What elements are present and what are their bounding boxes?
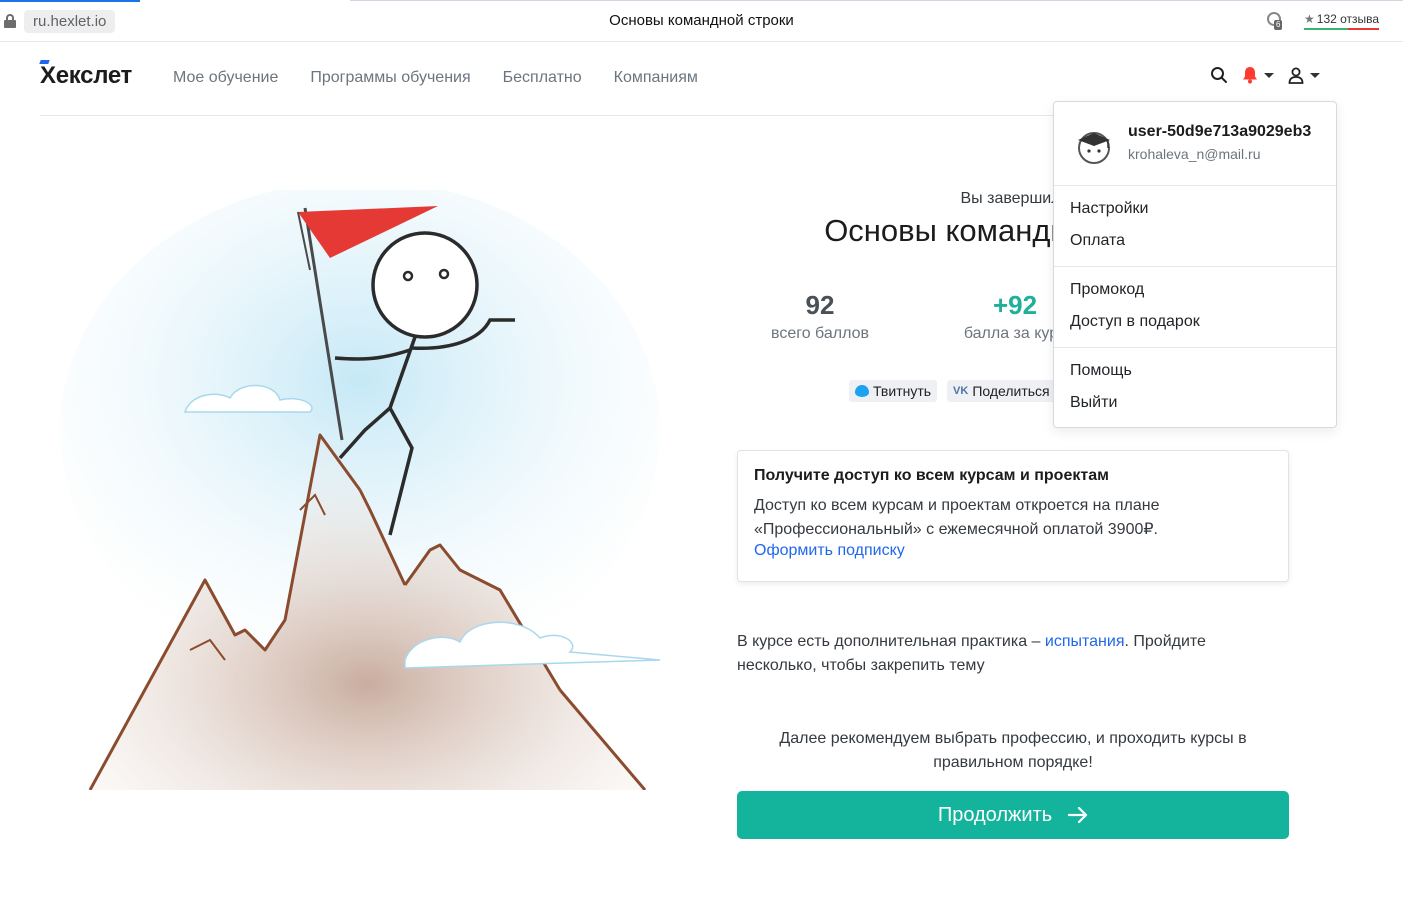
- reviews-link[interactable]: ★ 132 отзыва: [1304, 12, 1380, 30]
- menu-item-promocode[interactable]: Промокод: [1054, 274, 1336, 306]
- menu-item-settings[interactable]: Настройки: [1054, 193, 1336, 225]
- practice-text-before: В курсе есть дополнительная практика –: [737, 633, 1045, 650]
- challenges-link[interactable]: испытания: [1045, 633, 1125, 650]
- continue-button[interactable]: Продолжить: [737, 791, 1289, 839]
- nav-programs[interactable]: Программы обучения: [310, 69, 470, 87]
- twitter-icon: [855, 385, 869, 397]
- promo-text: Доступ ко всем курсам и проектам откроет…: [754, 497, 1160, 538]
- nav-free[interactable]: Бесплатно: [503, 69, 582, 87]
- dropdown-group-account: Настройки Оплата: [1054, 193, 1336, 267]
- total-points-stat: 92 всего баллов: [765, 290, 875, 343]
- toolbar-divider: [350, 0, 1403, 1]
- logo[interactable]: Хекслет: [40, 62, 132, 90]
- lock-icon: [4, 14, 16, 28]
- user-dropdown-menu: user-50d9e713a9029eb3 krohaleva_n@mail.r…: [1053, 101, 1337, 428]
- extension-icon[interactable]: 6: [1264, 10, 1286, 32]
- chevron-down-icon: [1310, 72, 1320, 78]
- main-nav: Мое обучение Программы обучения Бесплатн…: [173, 69, 698, 87]
- logo-text: Хекслет: [40, 62, 133, 89]
- share-buttons: Твитнуть VK Поделиться VK: [849, 380, 1079, 402]
- dropdown-group-promo: Промокод Доступ в подарок: [1054, 274, 1336, 348]
- browser-toolbar: ru.hexlet.io Основы командной строки 6 ★…: [0, 0, 1403, 42]
- menu-item-gift-access[interactable]: Доступ в подарок: [1054, 306, 1336, 338]
- avatar: [1078, 132, 1110, 164]
- subscription-promo-card: Получите доступ ко всем курсам и проекта…: [737, 450, 1289, 582]
- dropdown-user-info: user-50d9e713a9029eb3 krohaleva_n@mail.r…: [1054, 102, 1336, 186]
- tab-title: Основы командной строки: [609, 12, 794, 29]
- reviews-label: 132 отзыва: [1316, 12, 1380, 26]
- bell-icon: [1243, 67, 1257, 84]
- url-text[interactable]: ru.hexlet.io: [24, 9, 116, 33]
- subscribe-link[interactable]: Оформить подписку: [754, 542, 905, 559]
- notifications-dropdown[interactable]: [1242, 66, 1274, 84]
- menu-item-logout[interactable]: Выйти: [1054, 387, 1336, 419]
- tweet-label: Твитнуть: [873, 383, 932, 399]
- total-points-label: всего баллов: [771, 325, 869, 342]
- header-actions: [1210, 66, 1320, 84]
- continue-label: Продолжить: [937, 803, 1053, 826]
- search-icon[interactable]: [1210, 66, 1228, 84]
- extension-badge: 6: [1274, 20, 1283, 30]
- total-points-value: 92: [805, 290, 835, 320]
- nav-companies[interactable]: Компаниям: [614, 69, 698, 87]
- dropdown-username: user-50d9e713a9029eb3: [1128, 123, 1312, 140]
- menu-item-help[interactable]: Помощь: [1054, 355, 1336, 387]
- arrow-right-icon: [1068, 807, 1088, 823]
- user-icon: [1288, 67, 1304, 84]
- tweet-button[interactable]: Твитнуть: [849, 380, 938, 402]
- vk-icon: VK: [953, 385, 969, 397]
- page-load-indicator: [0, 0, 140, 2]
- user-menu-toggle[interactable]: [1288, 67, 1320, 84]
- chevron-down-icon: [1264, 72, 1274, 78]
- practice-note: В курсе есть дополнительная практика – и…: [737, 630, 1289, 678]
- star-icon: ★: [1304, 12, 1315, 26]
- menu-item-payment[interactable]: Оплата: [1054, 225, 1336, 257]
- dropdown-email: krohaleva_n@mail.ru: [1128, 146, 1261, 162]
- promo-title: Получите доступ ко всем курсам и проекта…: [754, 467, 1109, 484]
- nav-my-learning[interactable]: Мое обучение: [173, 69, 278, 87]
- dropdown-group-help: Помощь Выйти: [1054, 355, 1336, 429]
- address-bar[interactable]: ru.hexlet.io: [0, 8, 116, 34]
- recommendation-text: Далее рекомендуем выбрать профессию, и п…: [779, 730, 1247, 771]
- mountain-illustration: [60, 180, 680, 791]
